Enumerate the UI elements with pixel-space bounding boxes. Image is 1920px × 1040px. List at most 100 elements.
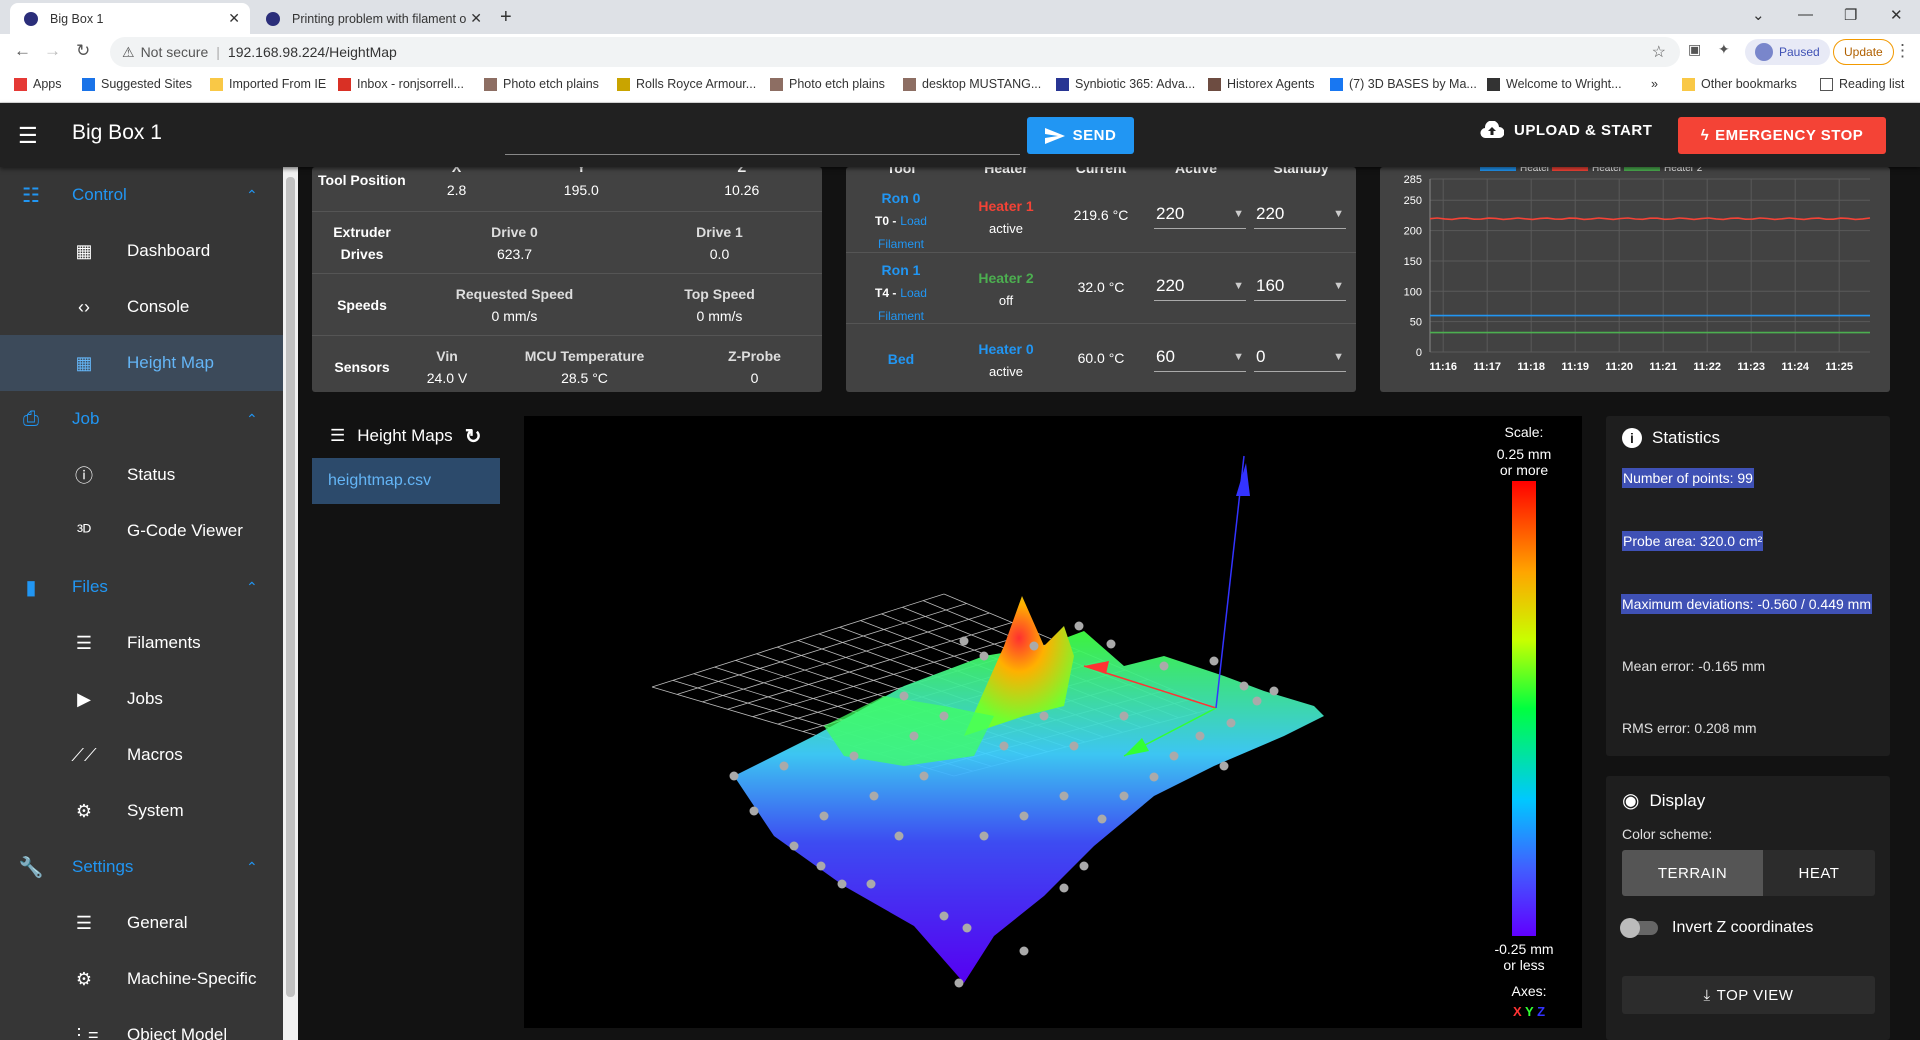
puzzle-icon[interactable]: ✦ (1718, 41, 1730, 58)
url-box[interactable]: ⚠ Not secure | 192.168.98.224/HeightMap … (110, 37, 1680, 67)
hamburger-menu-icon[interactable]: ☰ (18, 123, 38, 149)
active-header: Active (1174, 167, 1218, 176)
max-deviation-stat: Maximum deviations: -0.560 / 0.449 mm (1621, 594, 1872, 614)
bookmark-item[interactable]: desktop MUSTANG... (903, 77, 1041, 91)
emergency-stop-button[interactable]: ϟ EMERGENCY STOP (1678, 117, 1886, 154)
browser-tab[interactable]: Printing problem with filament o ✕ (252, 3, 492, 34)
y-tick-label: 50 (1410, 317, 1422, 329)
new-tab-icon[interactable]: + (500, 6, 512, 29)
forward-icon[interactable]: → (44, 41, 61, 61)
bookmark-item[interactable]: Rolls Royce Armour... (617, 77, 756, 91)
vin-sensor: Vin 24.0 V (426, 348, 468, 386)
menu-icon[interactable]: ⋮ (1894, 41, 1911, 61)
download-arrow-icon: ⤓ (1703, 986, 1711, 1004)
sidebar-item-label: Status (127, 465, 176, 484)
back-icon[interactable]: ← (14, 41, 31, 61)
sidebar-item-filaments[interactable]: ☰ Filaments (0, 615, 283, 671)
sidebar-item-jobs[interactable]: ▶ Jobs (0, 671, 283, 727)
bookmark-favicon-icon (484, 77, 497, 91)
sidebar-item-dashboard[interactable]: ▦ Dashboard (0, 223, 283, 279)
refresh-icon[interactable]: ↻ (465, 424, 482, 449)
heaters-card: Tool Heater Current Active Standby Ron 0… (846, 167, 1356, 392)
bookmark-item[interactable]: Imported From IE (210, 77, 326, 91)
heat-button[interactable]: HEAT (1763, 850, 1875, 896)
legend-swatch (1480, 167, 1516, 171)
sidebar-item-status[interactable]: ⓘ Status (0, 447, 283, 503)
maximize-icon[interactable]: ❐ (1844, 6, 1857, 24)
probe-point (894, 831, 904, 841)
standby-temp-select[interactable]: 220 ▼ (1254, 199, 1346, 229)
close-tab-icon[interactable]: ✕ (470, 10, 482, 27)
probe-point (1019, 946, 1029, 956)
sidebar-group-control[interactable]: ☷ Control ⌃ (0, 167, 283, 223)
sidebar-group-settings[interactable]: 🔧 Settings ⌃ (0, 839, 283, 895)
sidebar-item-general[interactable]: ☰ General (0, 895, 283, 951)
bookmark-favicon-icon (14, 77, 27, 91)
reload-icon[interactable]: ↻ (76, 41, 90, 61)
send-button[interactable]: SEND (1027, 117, 1134, 154)
bookmarks-overflow[interactable]: » (1651, 77, 1658, 91)
bookmark-item[interactable]: (7) 3D BASES by Ma... (1330, 77, 1477, 91)
bookmark-item[interactable]: Inbox - ronjsorrell... (338, 77, 464, 91)
profile-button[interactable]: Paused (1745, 39, 1830, 65)
gcode-input[interactable] (505, 123, 1020, 155)
load-filament-link[interactable]: Load (900, 214, 927, 228)
bookmark-item[interactable]: Welcome to Wright... (1487, 77, 1622, 91)
tool-header: Tool (886, 167, 916, 176)
close-window-icon[interactable]: ✕ (1890, 6, 1903, 24)
heightmap-3d-viewer[interactable]: Scale: 0.25 mm or more -0.25 mm or less Ax… (524, 416, 1582, 1028)
sidebar-item-system[interactable]: ⚙ System (0, 783, 283, 839)
bookmark-item[interactable]: Photo etch plains (770, 77, 885, 91)
sidebar-scrollbar[interactable] (283, 167, 298, 1040)
bookmark-item[interactable]: Apps (14, 77, 62, 91)
probe-point (1252, 696, 1262, 706)
extension-icon[interactable]: ▣ (1688, 41, 1701, 58)
top-view-button[interactable]: ⤓ TOP VIEW (1622, 976, 1875, 1014)
sidebar-item-console[interactable]: ‹› Console (0, 279, 283, 335)
other-bookmarks[interactable]: Other bookmarks (1682, 77, 1797, 91)
sidebar-item-label: Dashboard (127, 241, 211, 260)
update-button[interactable]: Update (1833, 39, 1894, 65)
y-tick-label: 150 (1404, 256, 1422, 268)
bookmark-item[interactable]: Suggested Sites (82, 77, 192, 91)
bookmark-item[interactable]: Photo etch plains (484, 77, 599, 91)
filament-link[interactable]: Filament (878, 309, 924, 323)
load-filament-link[interactable]: Load (900, 286, 927, 300)
reading-list[interactable]: Reading list (1820, 77, 1904, 91)
upload-start-button[interactable]: UPLOAD & START (1480, 121, 1652, 139)
star-icon[interactable]: ☆ (1652, 42, 1666, 62)
standby-temp-select[interactable]: 160 ▼ (1254, 271, 1346, 301)
standby-temp-select[interactable]: 0 ▼ (1254, 342, 1346, 372)
minimize-icon[interactable]: — (1798, 6, 1813, 23)
heater-name[interactable]: Heater 1 (978, 198, 1033, 214)
sidebar-item-machine-specific[interactable]: ⚙ Machine-Specific (0, 951, 283, 1007)
sidebar-item-height-map[interactable]: ▦ Height Map (0, 335, 283, 391)
active-temp-select[interactable]: 220 ▼ (1154, 199, 1246, 229)
sidebar-item-object-model[interactable]: ⋮= Object Model (0, 1007, 283, 1040)
tab-search-icon[interactable]: ⌄ (1752, 6, 1765, 24)
heightmap-file-item[interactable]: heightmap.csv (312, 458, 500, 504)
sidebar-group-job[interactable]: ⎙ Job ⌃ (0, 391, 283, 447)
heater-name[interactable]: Heater 2 (978, 270, 1033, 286)
url-text[interactable]: 192.168.98.224/HeightMap (228, 44, 397, 60)
tool-name[interactable]: Ron 1 (882, 262, 921, 278)
bookmark-item[interactable]: Synbiotic 365: Adva... (1056, 77, 1195, 91)
tool-name[interactable]: Ron 0 (882, 190, 921, 206)
heightmap-canvas[interactable] (524, 416, 1582, 1028)
active-temp-select[interactable]: 220 ▼ (1154, 271, 1246, 301)
switch-track[interactable] (1620, 918, 1658, 938)
tool-name[interactable]: Bed (888, 351, 914, 367)
probe-point (979, 831, 989, 841)
sidebar-group-files[interactable]: ▮ Files ⌃ (0, 559, 283, 615)
browser-tab-active[interactable]: Big Box 1 ✕ (10, 3, 250, 34)
terrain-button[interactable]: TERRAIN (1622, 850, 1763, 896)
invert-z-toggle[interactable]: Invert Z coordinates (1620, 918, 1813, 938)
dropdown-arrow-icon: ▼ (1233, 207, 1244, 220)
filament-link[interactable]: Filament (878, 237, 924, 251)
sidebar-item-macros[interactable]: ⟋⟋ Macros (0, 727, 283, 783)
bookmark-item[interactable]: Historex Agents (1208, 77, 1315, 91)
active-temp-select[interactable]: 60 ▼ (1154, 342, 1246, 372)
close-tab-icon[interactable]: ✕ (228, 10, 240, 27)
heater-name[interactable]: Heater 0 (978, 341, 1033, 357)
sidebar-item-g-code-viewer[interactable]: ³ᴰ G-Code Viewer (0, 503, 283, 559)
